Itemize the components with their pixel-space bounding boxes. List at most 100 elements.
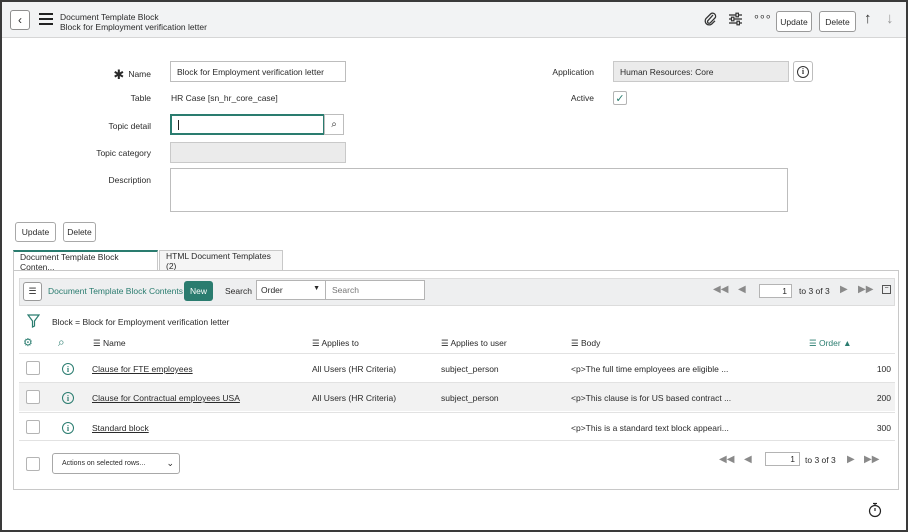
topic-category-label: Topic category (96, 148, 151, 158)
name-field[interactable]: Block for Employment verification letter (170, 61, 346, 82)
list-menu-button[interactable]: ☰ (23, 282, 42, 301)
search-icon: ⌕ (331, 119, 337, 130)
stopwatch-icon[interactable] (868, 502, 882, 520)
table-row[interactable]: i Clause for FTE employees All Users (HR… (19, 353, 895, 382)
header-update-button[interactable]: Update (776, 11, 812, 32)
settings-sliders-icon[interactable] (728, 12, 743, 29)
form-update-button[interactable]: Update (15, 222, 56, 242)
table-value: HR Case [sn_hr_core_case] (171, 93, 278, 103)
prev-page-icon[interactable]: ◀ (744, 454, 752, 465)
row-checkbox[interactable] (26, 390, 40, 404)
collapse-icon[interactable]: − (882, 285, 891, 294)
filter-icon[interactable] (26, 314, 41, 331)
last-page-icon[interactable]: ▶▶ (858, 284, 873, 295)
hamburger-icon: ☰ (28, 286, 37, 296)
record-type: Document Template Block (60, 12, 159, 22)
page-input[interactable]: 1 (765, 452, 800, 466)
topic-category-field[interactable] (170, 142, 346, 163)
arrow-down-icon[interactable]: ↓ (886, 10, 894, 27)
application-label: Application (552, 67, 594, 77)
row-order: 100 (876, 364, 891, 374)
more-options-icon[interactable]: ∘∘∘ (753, 10, 772, 23)
row-body: <p>The full time employees are eligible … (571, 364, 729, 374)
row-body: <p>This clause is for US based contract … (571, 393, 732, 403)
column-header-order[interactable]: ☰ Order ▲ (809, 338, 852, 349)
name-label: ✱ Name (113, 67, 151, 82)
context-menu-icon[interactable] (39, 13, 53, 25)
form-delete-button[interactable]: Delete (63, 222, 96, 242)
header-delete-button[interactable]: Delete (819, 11, 856, 32)
search-field-value: Order (261, 285, 283, 295)
table-label: Table (130, 93, 151, 103)
next-page-icon[interactable]: ▶ (840, 284, 848, 295)
new-button[interactable]: New (184, 281, 213, 301)
actions-select[interactable]: Actions on selected rows... ⌄ (52, 453, 180, 474)
search-input[interactable] (325, 280, 425, 300)
row-name-link[interactable]: Standard block (92, 423, 149, 433)
active-checkbox[interactable]: ✓ (613, 91, 627, 105)
topic-detail-label: Topic detail (108, 121, 151, 131)
tab-block-contents[interactable]: Document Template Block Conten... (13, 250, 158, 272)
arrow-up-icon[interactable]: ↑ (864, 10, 872, 27)
row-applies-to: All Users (HR Criteria) (312, 364, 397, 374)
checkmark-icon: ✓ (615, 92, 625, 105)
first-page-icon[interactable]: ◀◀ (713, 284, 728, 295)
row-name-link[interactable]: Clause for Contractual employees USA (92, 393, 240, 403)
topic-detail-field[interactable] (170, 114, 325, 135)
info-icon[interactable]: i (62, 422, 74, 434)
row-body: <p>This is a standard text block appeari… (571, 423, 729, 433)
page-total: to 3 of 3 (805, 455, 836, 465)
column-menu-icon: ☰ (312, 338, 322, 348)
column-header-applies-to[interactable]: ☰ Applies to (312, 338, 359, 349)
chevron-down-icon: ⌄ (166, 458, 174, 468)
row-checkbox[interactable] (26, 361, 40, 375)
row-order: 300 (876, 423, 891, 433)
caret-down-icon: ▼ (313, 285, 320, 292)
application-field[interactable]: Human Resources: Core (613, 61, 789, 82)
column-header-body[interactable]: ☰ Body (571, 338, 600, 349)
first-page-icon[interactable]: ◀◀ (719, 454, 734, 465)
application-info-button[interactable]: i (793, 61, 813, 82)
paperclip-icon[interactable] (704, 12, 717, 29)
mandatory-asterisk-icon: ✱ (113, 67, 125, 82)
prev-page-icon[interactable]: ◀ (738, 284, 746, 295)
page-input[interactable]: 1 (759, 284, 792, 298)
column-menu-icon: ☰ (441, 338, 451, 348)
column-menu-icon: ☰ (571, 338, 581, 348)
search-field-select[interactable]: Order ▼ (256, 280, 326, 300)
next-page-icon[interactable]: ▶ (847, 454, 855, 465)
row-order: 200 (876, 393, 891, 403)
topic-detail-lookup-button[interactable]: ⌕ (324, 114, 344, 135)
record-title: Document Template Block Block for Employ… (60, 12, 207, 32)
chevron-left-icon: ‹ (18, 13, 22, 27)
column-header-name[interactable]: ☰ Name (93, 338, 126, 349)
row-checkbox[interactable] (26, 420, 40, 434)
text-cursor (178, 119, 179, 130)
last-page-icon[interactable]: ▶▶ (864, 454, 879, 465)
search-label: Search (225, 286, 252, 296)
select-all-checkbox[interactable] (26, 457, 40, 471)
row-applies-to-user: subject_person (441, 393, 499, 403)
sort-ascending-icon: ▲ (840, 338, 852, 348)
column-menu-icon: ☰ (93, 338, 103, 348)
active-label: Active (570, 93, 594, 103)
description-field[interactable] (170, 168, 788, 212)
form-header: ‹ Document Template Block Block for Empl… (2, 2, 906, 38)
info-icon: i (797, 65, 809, 78)
table-row[interactable]: i Clause for Contractual employees USA A… (19, 382, 895, 411)
filter-breadcrumb[interactable]: Block = Block for Employment verificatio… (52, 317, 229, 327)
info-icon[interactable]: i (62, 363, 74, 375)
record-name: Block for Employment verification letter (60, 22, 207, 32)
back-button[interactable]: ‹ (10, 10, 30, 30)
app-frame: ‹ Document Template Block Block for Empl… (0, 0, 908, 532)
table-row[interactable]: i Standard block <p>This is a standard t… (19, 412, 895, 441)
info-icon[interactable]: i (62, 392, 74, 404)
list-title[interactable]: Document Template Block Contents (48, 286, 183, 296)
column-search-icon[interactable]: ⌕ (58, 335, 65, 350)
row-applies-to-user: subject_person (441, 364, 499, 374)
tab-html-templates[interactable]: HTML Document Templates (2) (159, 250, 283, 271)
row-name-link[interactable]: Clause for FTE employees (92, 364, 193, 374)
actions-select-value: Actions on selected rows... (62, 460, 146, 467)
column-header-applies-to-user[interactable]: ☰ Applies to user (441, 338, 507, 349)
personalize-list-gear-icon[interactable]: ⚙ (23, 336, 33, 349)
